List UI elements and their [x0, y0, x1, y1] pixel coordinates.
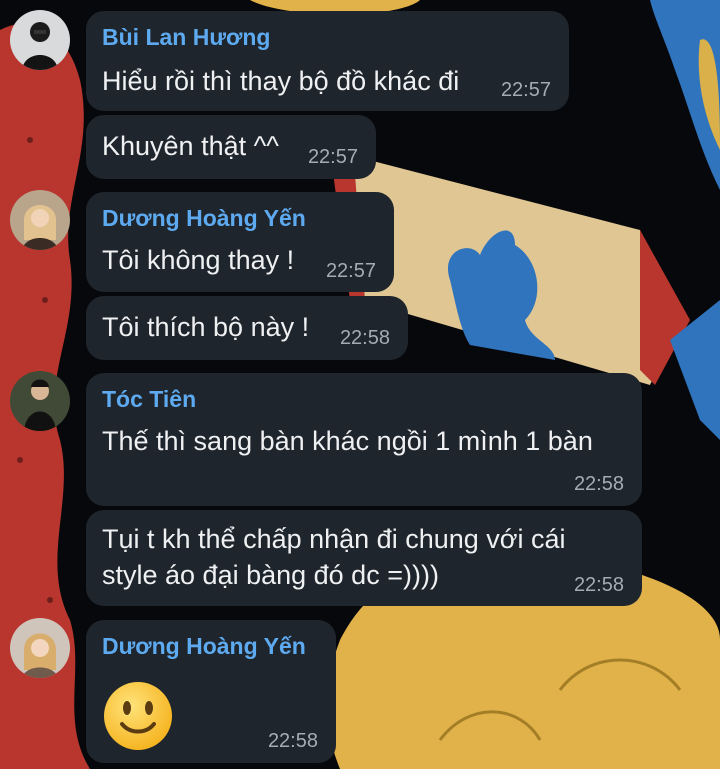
sender-name[interactable]: Dương Hoàng Yến — [102, 633, 306, 660]
message-bubble[interactable]: Tôi thích bộ này ! 22:58 — [86, 296, 408, 360]
message-bubble[interactable]: Dương Hoàng Yến 22:58 — [86, 620, 336, 763]
avatar[interactable] — [10, 190, 70, 250]
message-timestamp: 22:57 — [307, 146, 358, 168]
message-text: Tụi t kh thể chấp nhận đi chung với cái — [102, 524, 566, 554]
message-text: style áo đại bàng đó dc =)))) — [102, 560, 439, 590]
sender-name[interactable]: Bùi Lan Hương — [102, 24, 270, 51]
avatar[interactable] — [10, 371, 70, 431]
message-text: Khuyên thật ^^ — [102, 131, 279, 161]
message-bubble[interactable]: Tóc Tiên Thế thì sang bàn khác ngồi 1 mì… — [86, 373, 642, 506]
message-timestamp: 22:57 — [325, 260, 376, 282]
message-timestamp: 22:58 — [339, 327, 390, 349]
message-timestamp: 22:57 — [500, 79, 551, 101]
sender-name[interactable]: Tóc Tiên — [102, 386, 196, 413]
message-text: Tôi không thay ! — [102, 245, 295, 275]
message-timestamp: 22:58 — [267, 730, 318, 752]
message-bubble[interactable]: Dương Hoàng Yến Tôi không thay ! 22:57 — [86, 192, 394, 292]
message-bubble[interactable]: Khuyên thật ^^ 22:57 — [86, 115, 376, 179]
sender-name[interactable]: Dương Hoàng Yến — [102, 205, 306, 232]
message-timestamp: 22:58 — [573, 473, 624, 495]
message-timestamp: 22:58 — [573, 574, 624, 596]
avatar[interactable] — [10, 618, 70, 678]
message-text: Tôi thích bộ này ! — [102, 312, 310, 342]
avatar[interactable] — [10, 10, 70, 70]
message-text: Thế thì sang bàn khác ngồi 1 mình 1 bàn — [102, 426, 593, 456]
message-text: Hiểu rồi thì thay bộ đồ khác đi — [102, 66, 460, 96]
message-bubble[interactable]: Bùi Lan Hương Hiểu rồi thì thay bộ đồ kh… — [86, 11, 569, 111]
slightly-smiling-face-emoji — [102, 680, 174, 752]
message-bubble[interactable]: Tụi t kh thể chấp nhận đi chung với cái … — [86, 510, 642, 606]
